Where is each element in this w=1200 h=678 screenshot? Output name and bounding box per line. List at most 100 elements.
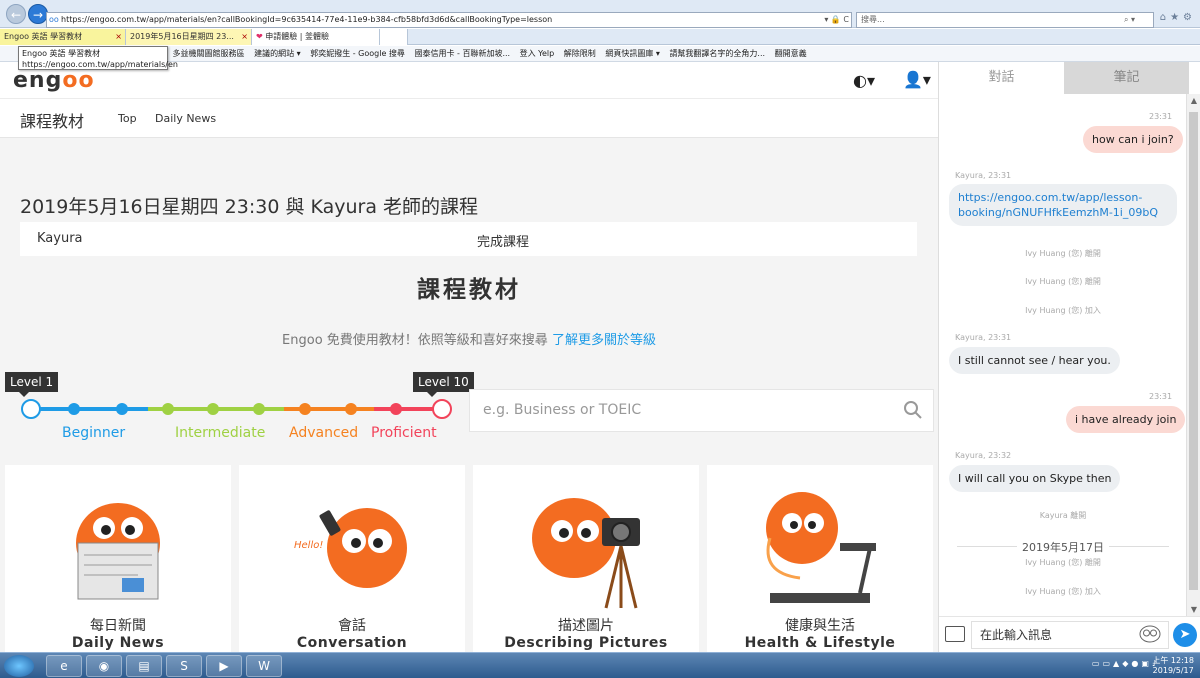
forward-icon[interactable]: → [28,4,48,24]
logo-text-accent: oo [62,68,95,93]
favorite-link[interactable]: 多益機關圖館服務區 [173,46,245,61]
card-describing-pictures[interactable]: 描述圖片 Describing Pictures [473,465,699,652]
slider-handle-min[interactable] [21,399,41,419]
tab-notes[interactable]: 筆記 [1064,62,1189,94]
logo-text: eng [13,68,63,93]
slider-dot[interactable] [162,403,174,415]
url-text: https://engoo.com.tw/app/materials/en?ca… [61,15,553,24]
slider-dot[interactable] [68,403,80,415]
level-slider[interactable] [20,398,460,420]
nav-link-top[interactable]: Top [118,112,137,125]
nav-link-daily-news[interactable]: Daily News [155,112,216,125]
materials-search-input[interactable]: e.g. Business or TOEIC [469,389,934,432]
word-taskbar-icon[interactable]: W [246,655,282,677]
user-icon[interactable]: 👤▾ [903,70,931,89]
message-timestamp: Kayura, 23:31 [955,171,1012,180]
lesson-teacher: Kayura [37,231,83,246]
browser-tab-bar: Engoo 英語 學習教材 × 2019年5月16日星期四 23... × ❤ 申請… [0,29,1200,45]
url-input[interactable]: oo https://engoo.com.tw/app/materials/en… [46,12,852,28]
link-text-line[interactable]: https://engoo.com.tw/app/lesson- [958,190,1168,205]
learn-more-levels-link[interactable]: 了解更多關於等級 [552,333,656,348]
slider-dot[interactable] [299,403,311,415]
close-icon[interactable]: × [241,29,248,44]
owl-emoji-icon[interactable] [1139,625,1161,643]
level-label-proficient: Proficient [371,425,437,441]
chat-bubble-self: how can i join? [1083,126,1183,153]
scrollbar-thumb[interactable] [1189,112,1198,590]
chat-bubble-link[interactable]: https://engoo.com.tw/app/lesson- booking… [949,184,1177,226]
favorite-link[interactable]: 登入 Yelp [520,46,555,61]
chat-scrollbar[interactable]: ▲ ▼ [1186,94,1200,616]
favorite-link[interactable]: 郭奕妮撥生 - Google 搜尋 [310,46,405,61]
tab-label: Engoo 英語 學習教材 [4,32,83,41]
sub-navigation: 課程教材 Top Daily News [0,98,938,138]
search-icon[interactable] [903,400,923,420]
link-text-line[interactable]: booking/nGNUFHfkEemzhM-1i_09bQ [958,205,1168,220]
browser-search-input[interactable]: 搜尋... ⌕ ▾ [856,12,1154,28]
scroll-down-icon[interactable]: ▼ [1187,605,1200,614]
materials-description: Engoo 免費使用教材！依照等級和喜好來搜尋 了解更多關於等級 [0,329,938,348]
chrome-taskbar-icon[interactable]: ◉ [86,655,122,677]
browser-address-bar: ← → oo https://engoo.com.tw/app/material… [0,0,1200,28]
system-clock[interactable]: 上午 12:18 2019/5/17 [1152,656,1194,676]
ie-taskbar-icon[interactable]: e [46,655,82,677]
main-page: engoo ◐▾ 👤▾ 課程教材 Top Daily News 2019年5月1… [0,62,938,652]
slider-handle-max[interactable] [432,399,452,419]
search-icon[interactable]: ⌕ ▾ [1124,13,1135,27]
favorite-link[interactable]: 解除限制 [564,46,596,61]
browser-tab-engoo[interactable]: Engoo 英語 學習教材 × [0,29,126,45]
close-icon[interactable]: × [115,29,122,44]
favorite-link[interactable]: 請幫我翻譯名字的全角力... [669,46,765,61]
skype-taskbar-icon[interactable]: S [166,655,202,677]
browser-tab-lesson[interactable]: 2019年5月16日星期四 23... × [126,29,252,45]
materials-search-placeholder: e.g. Business or TOEIC [483,402,642,418]
message-timestamp: 23:31 [1149,392,1173,401]
new-tab-button[interactable] [380,29,408,45]
chat-panel: 對話 筆記 23:31 how can i join? Kayura, 23:3… [938,62,1200,652]
treadmill-owl-icon [766,492,876,603]
newspaper-owl-icon [76,503,160,600]
slider-dot[interactable] [345,403,357,415]
heart-icon: ❤ [256,32,263,41]
tooltip-title: Engoo 英語 學習教材 [22,49,101,58]
start-button[interactable] [4,655,34,677]
chat-bubble-self: i have already join [1066,406,1186,433]
slider-dot[interactable] [116,403,128,415]
slider-segment-beginner [30,407,148,411]
card-title-en: Conversation [296,635,408,651]
windows-taskbar: e ◉ ▤ S ▶ W ▭▭▲◆●▣♪ 上午 12:18 2019/5/17 [0,652,1200,678]
media-taskbar-icon[interactable]: ▶ [206,655,242,677]
message-timestamp: Kayura, 23:32 [955,451,1012,460]
system-message: Ivy Huang (您) 加入 [1025,587,1101,596]
card-health-lifestyle[interactable]: 健康與生活 Health & Lifestyle [707,465,933,652]
url-tools-icon[interactable]: ▾ 🔒 C [824,13,849,27]
level-label-beginner: Beginner [62,425,126,441]
scroll-up-icon[interactable]: ▲ [1187,96,1200,105]
send-icon[interactable]: ➤ [1173,623,1197,647]
browser-tab-trial[interactable]: ❤ 申請體驗 | 釜體驗 [252,29,380,45]
back-icon[interactable]: ← [6,4,26,24]
slider-dot[interactable] [390,403,402,415]
card-title-zh: 描述圖片 [558,618,614,634]
globe-icon[interactable]: ◐▾ [853,71,875,90]
home-star-gear-icons[interactable]: ⌂★⚙ [1160,12,1196,23]
favorite-link[interactable]: 建議的網站 ▾ [254,46,301,61]
card-daily-news[interactable]: 每日新聞 Daily News [5,465,231,652]
system-message: Ivy Huang (您) 離開 [1025,277,1101,286]
lesson-info-row: Kayura 完成課程 [20,222,917,256]
favorite-link[interactable]: 翻開意義 [775,46,807,61]
level-label-advanced: Advanced [289,425,359,441]
engoo-logo[interactable]: engoo [13,68,95,93]
subnav-title[interactable]: 課程教材 [20,108,84,132]
explorer-taskbar-icon[interactable]: ▤ [126,655,162,677]
tab-chat[interactable]: 對話 [939,62,1064,94]
slider-dot[interactable] [207,403,219,415]
card-conversation[interactable]: Hello! 會話 Conversation [239,465,465,652]
favorite-link[interactable]: 國泰信用卡 - 百聯新加坡... [414,46,510,61]
system-tray-icons[interactable]: ▭▭▲◆●▣♪ [1092,659,1160,668]
slider-dot[interactable] [253,403,265,415]
slider-segment-advanced [284,407,374,411]
image-upload-icon[interactable] [945,626,965,642]
favorite-link[interactable]: 網頁快訊圖庫 ▾ [605,46,660,61]
system-message: Ivy Huang (您) 離開 [1025,249,1101,258]
